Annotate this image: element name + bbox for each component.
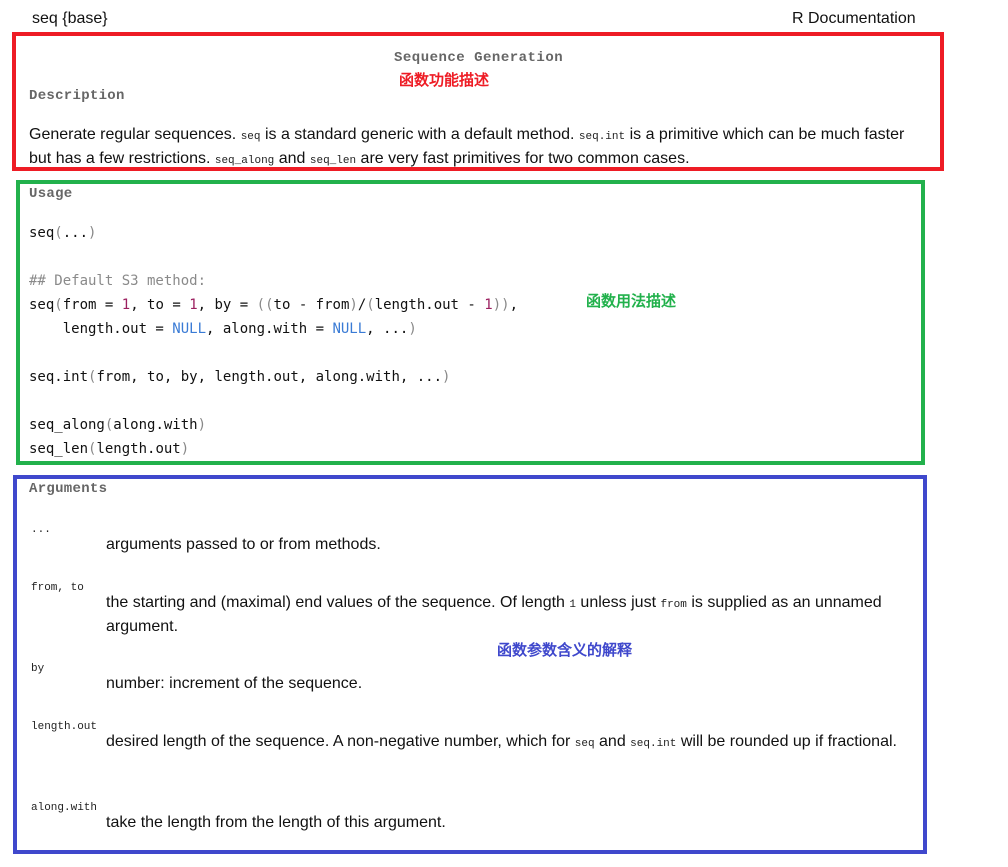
inline-code: seq.int	[630, 738, 677, 750]
page-title: Sequence Generation	[394, 50, 564, 66]
inline-code: 1	[569, 599, 576, 611]
inline-code: from	[660, 599, 687, 611]
arg-desc: the starting and (maximal) end values of…	[106, 592, 906, 638]
arg-desc: number: increment of the sequence.	[106, 675, 363, 692]
inline-code: seq	[574, 738, 595, 750]
usage-line: seq_along(along.with)	[29, 417, 207, 433]
desc-text: desired length of the sequence. A non-ne…	[106, 733, 575, 750]
package-label: seq {base}	[32, 10, 108, 27]
desc-text: unless just	[575, 594, 661, 611]
arg-name: from, to	[31, 582, 84, 594]
desc-text: and	[594, 733, 631, 750]
arg-desc: take the length from the length of this …	[106, 814, 446, 831]
usage-line: seq.int(from, to, by, length.out, along.…	[29, 369, 451, 385]
usage-line: seq(from = 1, to = 1, by = ((to - from)/…	[29, 297, 519, 313]
usage-line: seq_len(length.out)	[29, 441, 190, 457]
usage-line: length.out = NULL, along.with = NULL, ..…	[29, 321, 417, 337]
arg-name: ...	[31, 524, 51, 536]
inline-code: seq_along	[214, 155, 275, 167]
description-heading: Description	[29, 88, 125, 104]
annotation-description: 函数功能描述	[399, 71, 490, 89]
usage-heading: Usage	[29, 186, 73, 202]
desc-text: is a standard generic with a default met…	[260, 126, 579, 143]
arg-desc: desired length of the sequence. A non-ne…	[106, 731, 906, 755]
arg-name: along.with	[31, 802, 98, 814]
arguments-highlight-box	[13, 475, 927, 854]
usage-line: seq(...)	[29, 225, 97, 241]
arg-name: length.out	[31, 721, 98, 733]
doc-label: R Documentation	[792, 10, 916, 27]
usage-comment: ## Default S3 method:	[29, 273, 207, 289]
arguments-heading: Arguments	[29, 481, 108, 497]
description-text: Generate regular sequences. seq is a sta…	[29, 124, 929, 172]
desc-text: and	[274, 150, 310, 167]
desc-text: the starting and (maximal) end values of…	[106, 594, 570, 611]
inline-code: seq	[240, 131, 261, 143]
annotation-usage: 函数用法描述	[586, 292, 677, 310]
arg-name: by	[31, 663, 45, 675]
desc-text: are very fast primitives for two common …	[356, 150, 690, 167]
inline-code: seq_len	[309, 155, 357, 167]
desc-text: will be rounded up if fractional.	[676, 733, 897, 750]
annotation-arguments: 函数参数含义的解释	[497, 641, 633, 659]
desc-text: Generate regular sequences.	[29, 126, 241, 143]
inline-code: seq.int	[578, 131, 626, 143]
arg-desc: arguments passed to or from methods.	[106, 536, 381, 553]
